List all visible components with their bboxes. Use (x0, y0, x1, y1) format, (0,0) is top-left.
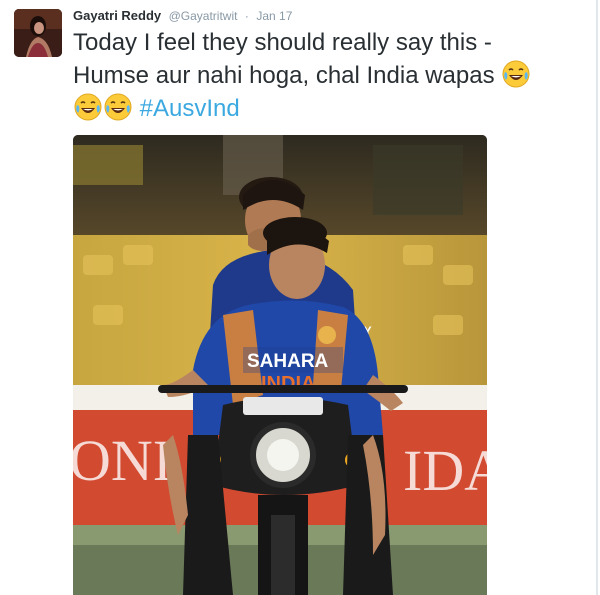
tweet-date[interactable]: Jan 17 (256, 9, 292, 23)
hashtag-link[interactable]: #AusvInd (140, 95, 240, 122)
tweet-card: Gayatri Reddy @Gayatritwit · Jan 17 Toda… (0, 0, 600, 595)
tweet-photo[interactable]: ONI IDA SAY SAHARA INDIA (73, 135, 487, 595)
tweet-text-line1: Today I feel they should really say this… (73, 29, 492, 56)
billboard-left-text: ONI (73, 428, 172, 493)
laughing-crying-emoji-icon (502, 60, 530, 88)
author-handle[interactable]: @Gayatritwit (169, 9, 238, 23)
tweet-text: Today I feel they should really say this… (73, 27, 588, 125)
tweet-header: Gayatri Reddy @Gayatritwit · Jan 17 (73, 7, 292, 25)
tweet-text-line2: Humse aur nahi hoga, chal India wapas (73, 62, 495, 89)
header-separator: · (244, 9, 249, 23)
jersey-sponsor-text: SAHARA (247, 351, 329, 372)
billboard-right-text: IDA (403, 438, 487, 503)
laughing-crying-emoji-icon (104, 93, 132, 121)
scrollbar-edge (596, 0, 598, 595)
laughing-crying-emoji-icon (74, 93, 102, 121)
author-name[interactable]: Gayatri Reddy (73, 8, 161, 23)
photo-motorcycle-riders: ONI IDA SAY SAHARA INDIA (73, 135, 487, 595)
avatar[interactable] (14, 9, 62, 57)
avatar-image (14, 9, 62, 57)
